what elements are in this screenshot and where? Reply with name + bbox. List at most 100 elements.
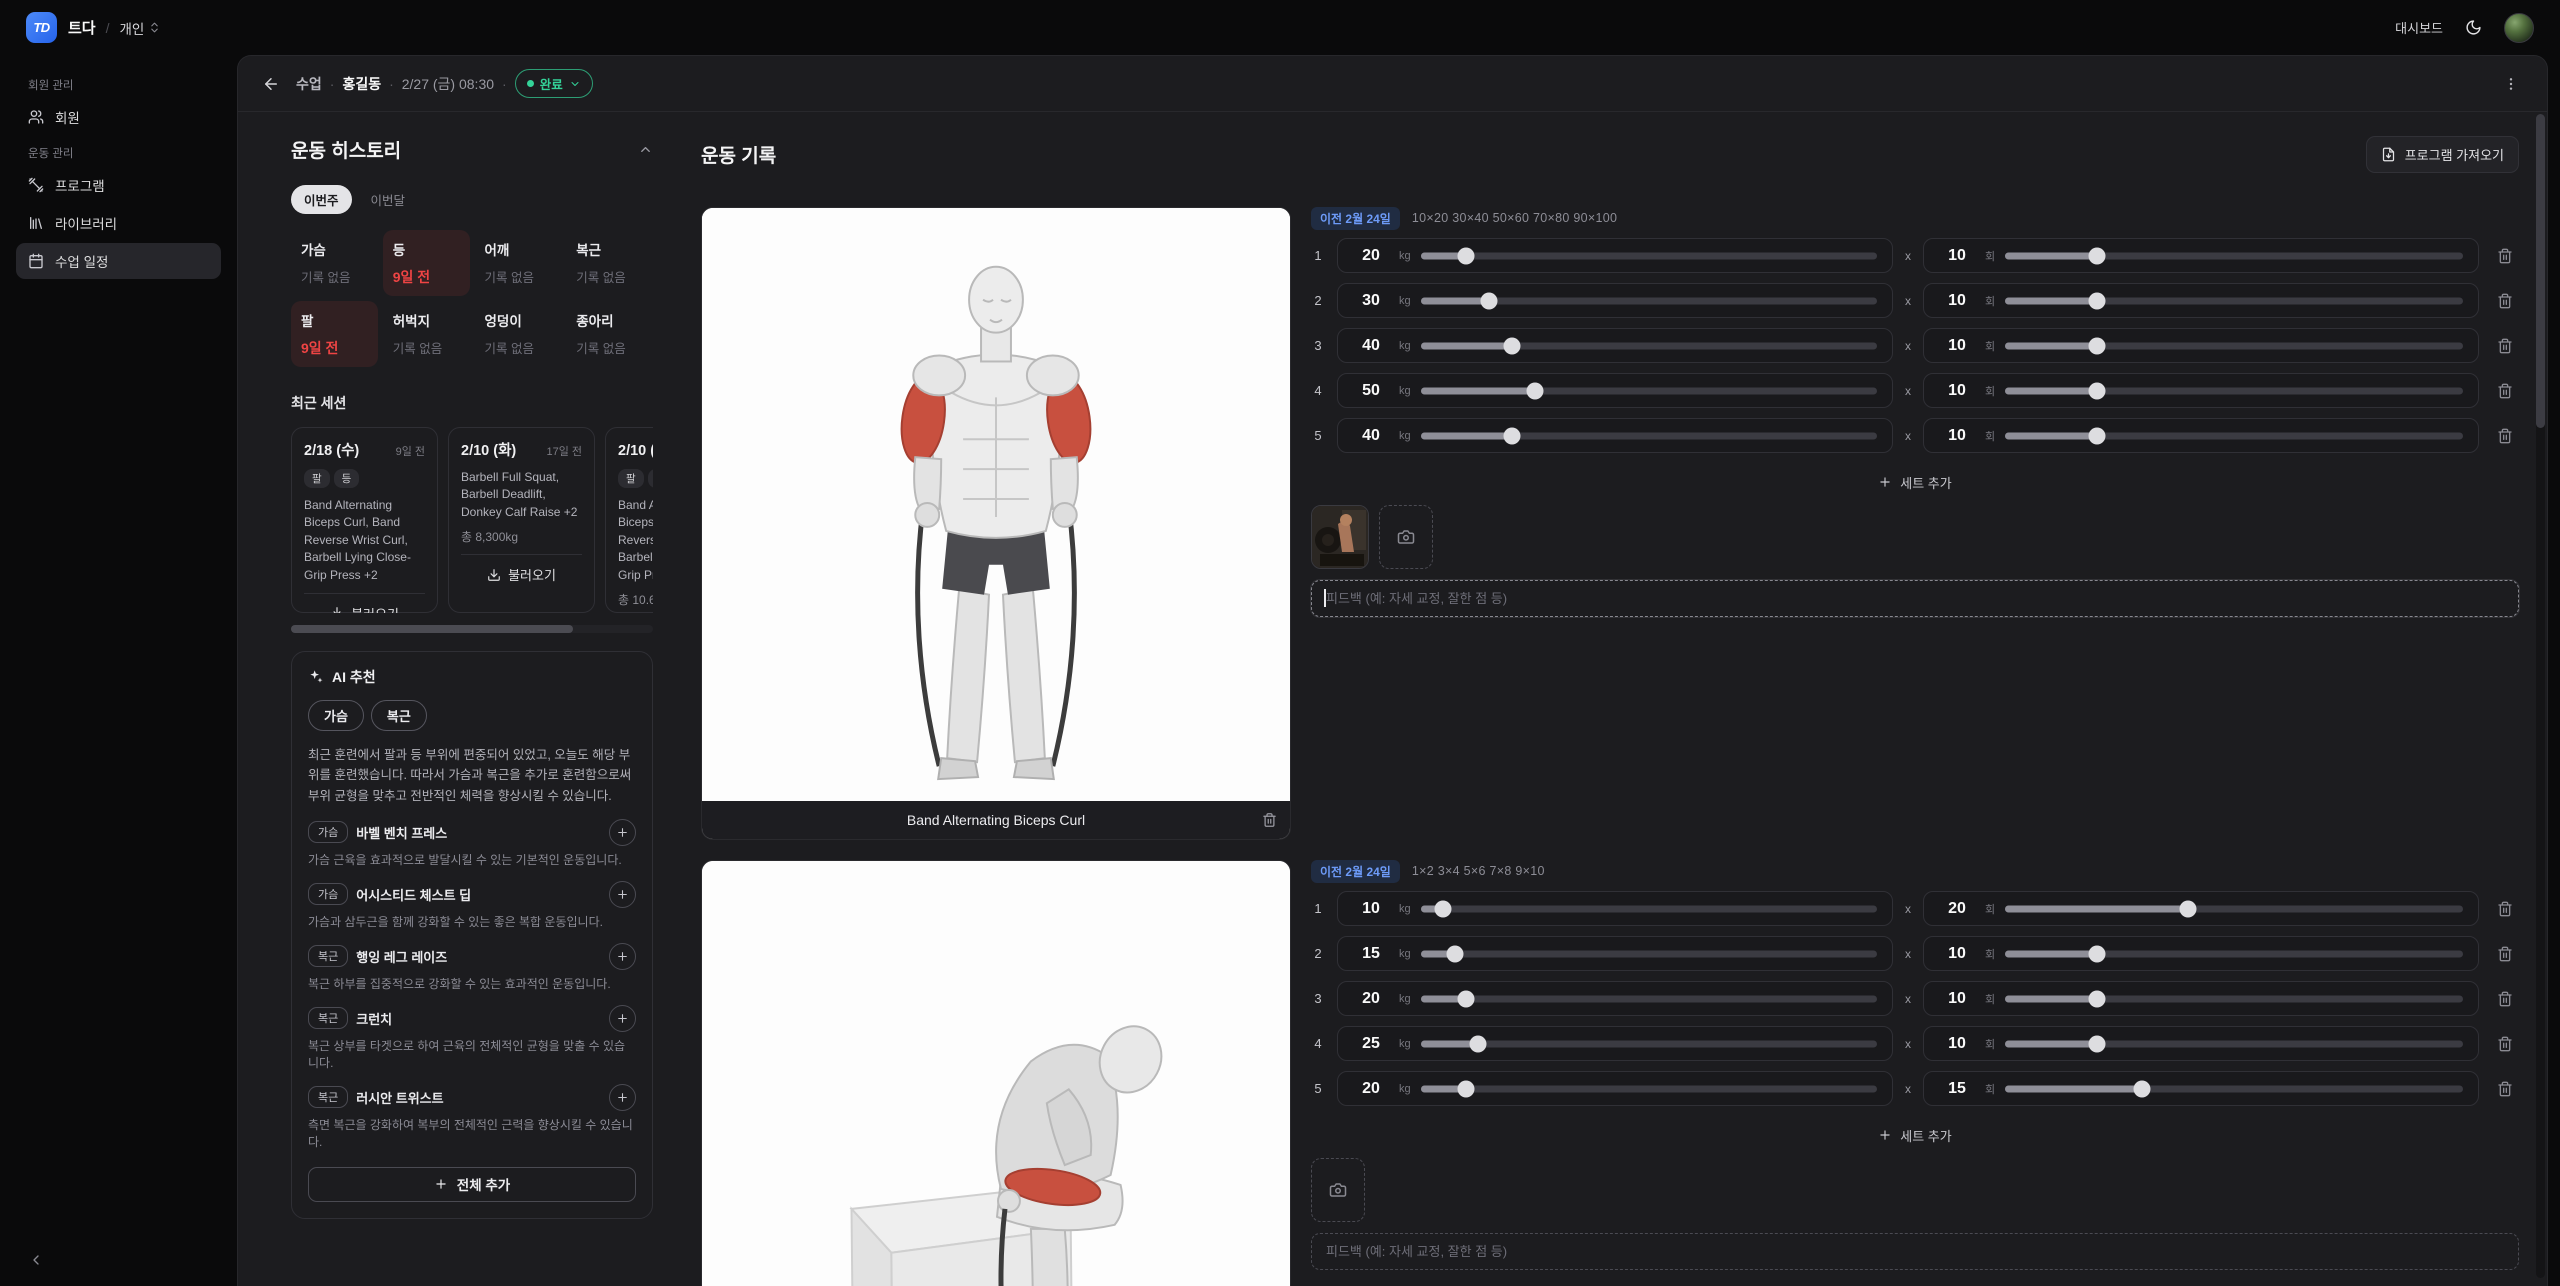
reps-slider[interactable] (2005, 337, 2463, 355)
sidebar-item-members[interactable]: 회원 (16, 99, 221, 135)
reps-slider[interactable] (2005, 427, 2463, 445)
session-date: 2/18 (수) (304, 439, 359, 460)
slider-thumb[interactable] (2088, 247, 2105, 264)
user-avatar[interactable] (2504, 13, 2534, 43)
reps-slider[interactable] (2005, 247, 2463, 265)
slider-thumb[interactable] (1435, 900, 1452, 917)
weight-slider[interactable] (1421, 247, 1877, 265)
reps-slider[interactable] (2005, 945, 2463, 963)
weight-slider[interactable] (1421, 1035, 1877, 1053)
add-photo-camera-button[interactable] (1311, 1158, 1365, 1222)
tab-this-month[interactable]: 이번달 (358, 185, 419, 214)
workspace-switcher[interactable]: 개인 (120, 18, 162, 38)
add-all-button[interactable]: 전체 추가 (308, 1167, 636, 1202)
slider-thumb[interactable] (1446, 945, 1463, 962)
weight-slider[interactable] (1421, 990, 1877, 1008)
reps-slider[interactable] (2005, 900, 2463, 918)
weight-box: 15 kg (1337, 936, 1893, 971)
add-exercise-button[interactable] (609, 1084, 636, 1111)
vertical-scrollbar-thumb[interactable] (2536, 114, 2545, 428)
weight-slider[interactable] (1421, 900, 1877, 918)
reps-slider[interactable] (2005, 990, 2463, 1008)
slider-thumb[interactable] (2180, 900, 2197, 917)
set-number: 3 (1311, 338, 1325, 353)
weight-unit: kg (1399, 1083, 1411, 1095)
weight-slider[interactable] (1421, 382, 1877, 400)
delete-set-trash-icon[interactable] (2491, 946, 2519, 962)
delete-set-trash-icon[interactable] (2491, 383, 2519, 399)
back-arrow-icon[interactable] (262, 75, 280, 93)
sidebar-collapse-chevron-left-icon[interactable] (22, 1246, 50, 1274)
delete-set-trash-icon[interactable] (2491, 293, 2519, 309)
reps-slider[interactable] (2005, 292, 2463, 310)
sidebar-item-library[interactable]: 라이브러리 (16, 205, 221, 241)
delete-set-trash-icon[interactable] (2491, 901, 2519, 917)
reps-unit: 회 (1985, 383, 1995, 399)
weight-slider[interactable] (1421, 1080, 1877, 1098)
feedback-input[interactable] (1311, 580, 2519, 617)
set-number: 4 (1311, 1036, 1325, 1051)
reps-unit: 회 (1985, 338, 1995, 354)
weight-slider[interactable] (1421, 945, 1877, 963)
reps-slider[interactable] (2005, 1035, 2463, 1053)
app-logo[interactable]: TD (26, 12, 57, 43)
sidebar-item-label: 수업 일정 (55, 251, 108, 271)
add-exercise-button[interactable] (609, 1005, 636, 1032)
add-photo-camera-button[interactable] (1379, 505, 1433, 569)
sidebar-item-schedule[interactable]: 수업 일정 (16, 243, 221, 279)
set-row: 2 30 kg x 10 회 (1311, 283, 2519, 318)
delete-set-trash-icon[interactable] (2491, 428, 2519, 444)
slider-thumb[interactable] (1458, 247, 1475, 264)
more-options-kebab-icon[interactable] (2499, 72, 2523, 96)
add-set-button[interactable]: 세트 추가 (1311, 1122, 2519, 1148)
sessions-scrollbar-thumb[interactable] (291, 625, 573, 633)
workout-photo-thumbnail[interactable] (1311, 505, 1369, 569)
delete-exercise-trash-icon[interactable] (1262, 813, 1277, 828)
delete-set-trash-icon[interactable] (2491, 1036, 2519, 1052)
add-exercise-button[interactable] (609, 881, 636, 908)
tab-this-week[interactable]: 이번주 (291, 185, 352, 214)
dashboard-link[interactable]: 대시보드 (2395, 18, 2443, 37)
add-set-button[interactable]: 세트 추가 (1311, 469, 2519, 495)
collapse-chevron-up-icon[interactable] (638, 142, 653, 157)
import-program-button[interactable]: 프로그램 가져오기 (2366, 136, 2519, 173)
exercise-name: 어시스티드 체스트 딥 (356, 885, 471, 904)
slider-thumb[interactable] (1526, 382, 1543, 399)
plus-icon (616, 888, 629, 901)
reps-box: 10 회 (1923, 981, 2479, 1016)
slider-thumb[interactable] (1458, 1080, 1475, 1097)
slider-thumb[interactable] (2088, 382, 2105, 399)
load-session-button[interactable]: 불러오기 (461, 555, 582, 584)
weight-value: 50 (1353, 382, 1389, 400)
weight-slider[interactable] (1421, 337, 1877, 355)
plus-icon (616, 826, 629, 839)
slider-thumb[interactable] (2088, 1035, 2105, 1052)
slider-thumb[interactable] (2088, 292, 2105, 309)
theme-toggle-moon-icon[interactable] (2465, 19, 2482, 36)
weight-slider[interactable] (1421, 427, 1877, 445)
add-exercise-button[interactable] (609, 819, 636, 846)
delete-set-trash-icon[interactable] (2491, 338, 2519, 354)
slider-thumb[interactable] (2088, 945, 2105, 962)
slider-thumb[interactable] (2088, 427, 2105, 444)
slider-thumb[interactable] (1503, 337, 1520, 354)
reps-slider[interactable] (2005, 1080, 2463, 1098)
add-exercise-button[interactable] (609, 943, 636, 970)
delete-set-trash-icon[interactable] (2491, 991, 2519, 1007)
sidebar-item-programs[interactable]: 프로그램 (16, 167, 221, 203)
reps-slider[interactable] (2005, 382, 2463, 400)
slider-thumb[interactable] (1458, 990, 1475, 1007)
slider-thumb[interactable] (1503, 427, 1520, 444)
slider-thumb[interactable] (2088, 990, 2105, 1007)
delete-set-trash-icon[interactable] (2491, 1081, 2519, 1097)
slider-thumb[interactable] (2088, 337, 2105, 354)
slider-thumb[interactable] (2134, 1080, 2151, 1097)
feedback-input[interactable] (1311, 1233, 2519, 1270)
load-session-button[interactable]: 불러오기 (304, 594, 425, 613)
status-badge[interactable]: 완료 (515, 69, 593, 98)
ai-recommendation-item: 복근 크런치 복근 상부를 타겟으로 하여 근육의 전체적인 균형을 맞출 수 … (308, 1005, 636, 1071)
slider-thumb[interactable] (1481, 292, 1498, 309)
slider-thumb[interactable] (1469, 1035, 1486, 1052)
delete-set-trash-icon[interactable] (2491, 248, 2519, 264)
weight-slider[interactable] (1421, 292, 1877, 310)
